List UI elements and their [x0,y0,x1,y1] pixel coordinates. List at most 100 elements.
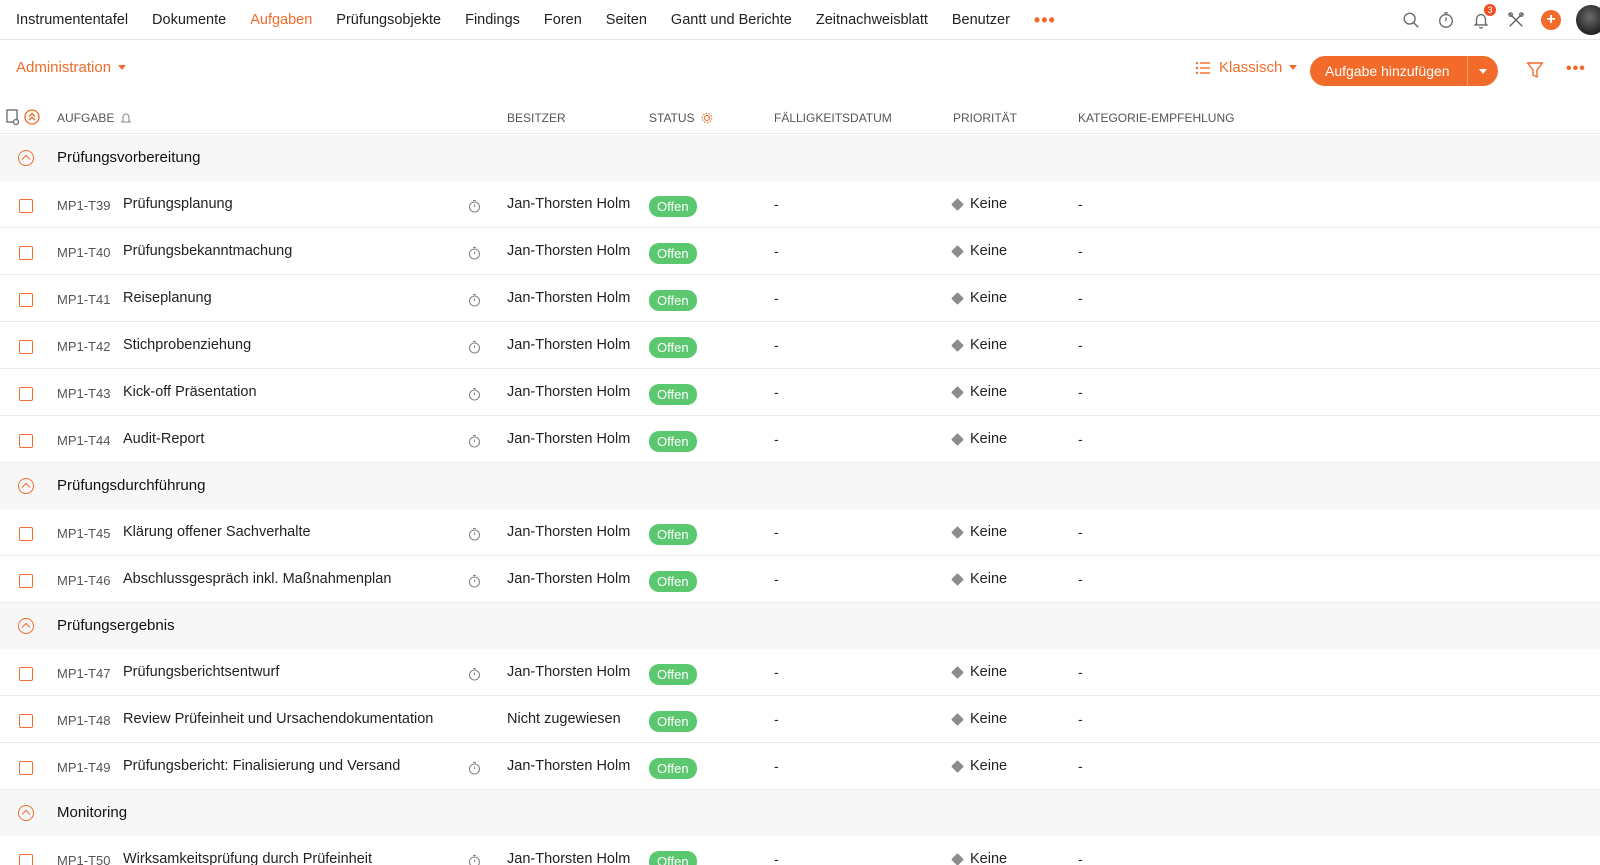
task-checkbox[interactable] [19,854,33,865]
priority[interactable]: Keine [951,664,1007,680]
search-icon[interactable] [1401,10,1421,30]
timer-icon[interactable] [468,246,481,263]
nav-item[interactable]: Findings [465,2,520,38]
task-checkbox[interactable] [19,667,33,681]
status-badge[interactable]: Offen [649,664,697,685]
table-row[interactable]: MP1-T50 Wirksamkeitsprüfung durch Prüfein… [0,836,1600,865]
priority[interactable]: Keine [951,431,1007,447]
task-name[interactable]: Review Prüfeinheit und Ursachendokumenta… [123,711,433,727]
status-badge[interactable]: Offen [649,571,697,592]
due-date[interactable]: - [774,337,779,353]
stopwatch-icon[interactable] [1436,10,1456,30]
task-owner[interactable]: Jan-Thorsten Holm [507,664,630,680]
bell-off-icon[interactable] [120,112,132,124]
task-name[interactable]: Prüfungsbericht: Finalisierung und Versa… [123,758,400,774]
task-owner[interactable]: Jan-Thorsten Holm [507,571,630,587]
task-checkbox[interactable] [19,761,33,775]
timer-icon[interactable] [468,199,481,216]
task-checkbox[interactable] [19,574,33,588]
priority[interactable]: Keine [951,384,1007,400]
due-date[interactable]: - [774,664,779,680]
task-owner[interactable]: Jan-Thorsten Holm [507,431,630,447]
timer-icon[interactable] [468,340,481,357]
task-owner[interactable]: Jan-Thorsten Holm [507,196,630,212]
status-settings-icon[interactable] [701,112,713,124]
status-badge[interactable]: Offen [649,243,697,264]
timer-icon[interactable] [468,667,481,684]
task-name[interactable]: Audit-Report [123,431,204,447]
task-group-header[interactable]: Monitoring [0,790,1600,836]
table-row[interactable]: MP1-T43 Kick-off Präsentation Jan-Thorsten… [0,369,1600,416]
nav-item[interactable]: Foren [544,2,582,38]
task-owner[interactable]: Jan-Thorsten Holm [507,384,630,400]
due-date[interactable]: - [774,711,779,727]
bell-icon[interactable]: 3 [1471,4,1496,30]
task-owner[interactable]: Jan-Thorsten Holm [507,851,630,865]
table-row[interactable]: MP1-T41 Reiseplanung Jan-Thorsten Holm Offe… [0,275,1600,322]
column-category[interactable]: KATEGORIE-EMPFEHLUNG [1078,111,1234,125]
timer-icon[interactable] [468,854,481,865]
due-date[interactable]: - [774,243,779,259]
priority[interactable]: Keine [951,711,1007,727]
task-checkbox[interactable] [19,714,33,728]
task-checkbox[interactable] [19,246,33,260]
due-date[interactable]: - [774,524,779,540]
priority[interactable]: Keine [951,851,1007,865]
more-options-icon[interactable]: ••• [1566,60,1586,78]
timer-icon[interactable] [468,574,481,591]
nav-item[interactable]: Zeitnachweisblatt [816,2,928,38]
status-badge[interactable]: Offen [649,431,697,452]
task-checkbox[interactable] [19,293,33,307]
nav-item[interactable]: Seiten [606,2,647,38]
task-group-header[interactable]: Prüfungsergebnis [0,603,1600,649]
due-date[interactable]: - [774,384,779,400]
user-avatar[interactable] [1576,5,1600,35]
table-row[interactable]: MP1-T46 Abschlussgespräch inkl. Maßnahmen… [0,556,1600,603]
add-task-button[interactable]: Aufgabe hinzufügen [1310,56,1498,86]
column-status[interactable]: STATUS [649,111,713,125]
status-badge[interactable]: Offen [649,711,697,732]
table-row[interactable]: MP1-T44 Audit-Report Jan-Thorsten Holm Offe… [0,416,1600,463]
due-date[interactable]: - [774,196,779,212]
nav-item[interactable]: Gantt und Berichte [671,2,792,38]
task-name[interactable]: Prüfungsberichtsentwurf [123,664,279,680]
collapse-group-icon[interactable] [18,618,34,634]
status-badge[interactable]: Offen [649,337,697,358]
nav-item[interactable]: Aufgaben [250,2,312,38]
table-row[interactable]: MP1-T47 Prüfungsberichtsentwurf Jan-Thorst… [0,649,1600,696]
collapse-group-icon[interactable] [18,805,34,821]
task-group-header[interactable]: Prüfungsdurchführung [0,463,1600,509]
view-dropdown[interactable]: Klassisch [1195,59,1298,76]
task-owner[interactable]: Jan-Thorsten Holm [507,337,630,353]
table-row[interactable]: MP1-T49 Prüfungsbericht: Finalisierung un… [0,743,1600,790]
task-checkbox[interactable] [19,387,33,401]
nav-more-icon[interactable]: ••• [1034,2,1056,38]
task-checkbox[interactable] [19,199,33,213]
timer-icon[interactable] [468,387,481,404]
timer-icon[interactable] [468,293,481,310]
status-badge[interactable]: Offen [649,524,697,545]
column-task[interactable]: AUFGABE [57,111,132,125]
task-owner[interactable]: Nicht zugewiesen [507,711,621,727]
task-owner[interactable]: Jan-Thorsten Holm [507,524,630,540]
task-name[interactable]: Prüfungsplanung [123,196,233,212]
task-owner[interactable]: Jan-Thorsten Holm [507,243,630,259]
task-group-header[interactable]: Prüfungsvorbereitung [0,135,1600,181]
collapse-group-icon[interactable] [18,150,34,166]
collapse-all-icon[interactable] [18,109,40,125]
priority[interactable]: Keine [951,758,1007,774]
priority[interactable]: Keine [951,524,1007,540]
status-badge[interactable]: Offen [649,290,697,311]
add-task-dropdown[interactable] [1468,68,1498,74]
table-row[interactable]: MP1-T39 Prüfungsplanung Jan-Thorsten Holm O… [0,181,1600,228]
task-name[interactable]: Abschlussgespräch inkl. Maßnahmenplan [123,571,391,587]
table-row[interactable]: MP1-T45 Klärung offener Sachverhalte Jan-T… [0,509,1600,556]
column-priority[interactable]: PRIORITÄT [953,111,1017,125]
due-date[interactable]: - [774,758,779,774]
column-settings-icon[interactable] [0,109,20,125]
tools-icon[interactable] [1506,10,1526,30]
task-owner[interactable]: Jan-Thorsten Holm [507,290,630,306]
quick-add-icon[interactable]: + [1541,10,1561,30]
timer-icon[interactable] [468,434,481,451]
due-date[interactable]: - [774,571,779,587]
